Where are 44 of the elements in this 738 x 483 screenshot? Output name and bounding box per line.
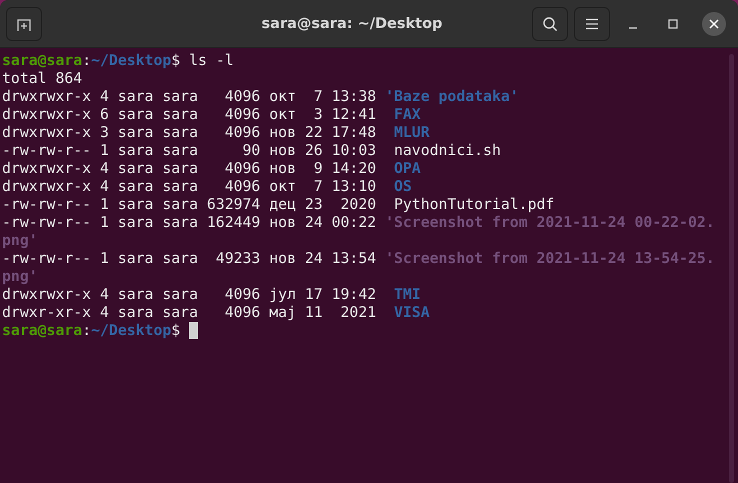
file-details: -rw-rw-r-- 1 sara sara 632974 дец 23 2020 bbox=[2, 196, 376, 214]
search-button[interactable] bbox=[532, 6, 568, 40]
file-details: drwxrwxr-x 4 sara sara 4096 окт 7 13:10 bbox=[2, 178, 376, 196]
file-name: navodnici.sh bbox=[394, 142, 501, 160]
file-details: -rw-rw-r-- 1 sara sara 162449 нов 24 00:22 bbox=[2, 214, 376, 232]
prompt-path: ~/Desktop bbox=[91, 52, 172, 70]
file-name: 'Screenshot from 2021-11-24 00-22-02. bbox=[385, 214, 715, 232]
prompt-symbol: $ bbox=[171, 322, 180, 340]
command-text: ls -l bbox=[189, 52, 234, 70]
file-details: -rw-rw-r-- 1 sara sara 90 нов 26 10:03 bbox=[2, 142, 376, 160]
file-name: VISA bbox=[394, 304, 430, 322]
file-details: drwxrwxr-x 6 sara sara 4096 окт 3 12:41 bbox=[2, 106, 376, 124]
menu-icon bbox=[585, 18, 599, 30]
file-name: png' bbox=[2, 232, 38, 250]
file-name: OPA bbox=[394, 160, 421, 178]
file-name: 'Screenshot from 2021-11-24 13-54-25. bbox=[385, 250, 715, 268]
maximize-icon bbox=[668, 18, 678, 28]
prompt-symbol: $ bbox=[171, 52, 180, 70]
file-details: drwxrwxr-x 3 sara sara 4096 нов 22 17:48 bbox=[2, 124, 376, 142]
prompt-separator: : bbox=[82, 52, 92, 70]
file-name: OS bbox=[394, 178, 412, 196]
close-icon bbox=[709, 18, 719, 28]
prompt-user: sara@sara bbox=[2, 52, 82, 70]
output-text: total 864 bbox=[2, 70, 82, 88]
minimize-icon bbox=[628, 26, 638, 28]
menu-button[interactable] bbox=[574, 6, 610, 40]
file-details: -rw-rw-r-- 1 sara sara 49233 нов 24 13:54 bbox=[2, 250, 376, 268]
file-details: drwxrwxr-x 4 sara sara 4096 окт 7 13:38 bbox=[2, 88, 376, 106]
file-name: FAX bbox=[394, 106, 421, 124]
file-details: drwxrwxr-x 4 sara sara 4096 нов 9 14:20 bbox=[2, 160, 376, 178]
prompt-separator: : bbox=[82, 322, 92, 340]
prompt-path: ~/Desktop bbox=[91, 322, 172, 340]
file-name: PythonTutorial.pdf bbox=[394, 196, 554, 214]
file-name: 'Baze podataka' bbox=[385, 88, 519, 106]
new-tab-button[interactable] bbox=[6, 6, 42, 40]
file-details: drwxrwxr-x 4 sara sara 4096 јул 17 19:42 bbox=[2, 286, 376, 304]
search-icon bbox=[542, 16, 558, 32]
close-button[interactable] bbox=[702, 12, 726, 36]
file-name: TMI bbox=[394, 286, 421, 304]
file-details: drwxr-xr-x 4 sara sara 4096 мај 11 2021 bbox=[2, 304, 376, 322]
window-title: sara@sara: ~/Desktop bbox=[260, 16, 444, 32]
prompt-user: sara@sara bbox=[2, 322, 82, 340]
file-name: MLUR bbox=[394, 124, 430, 142]
file-name: png' bbox=[2, 268, 38, 286]
